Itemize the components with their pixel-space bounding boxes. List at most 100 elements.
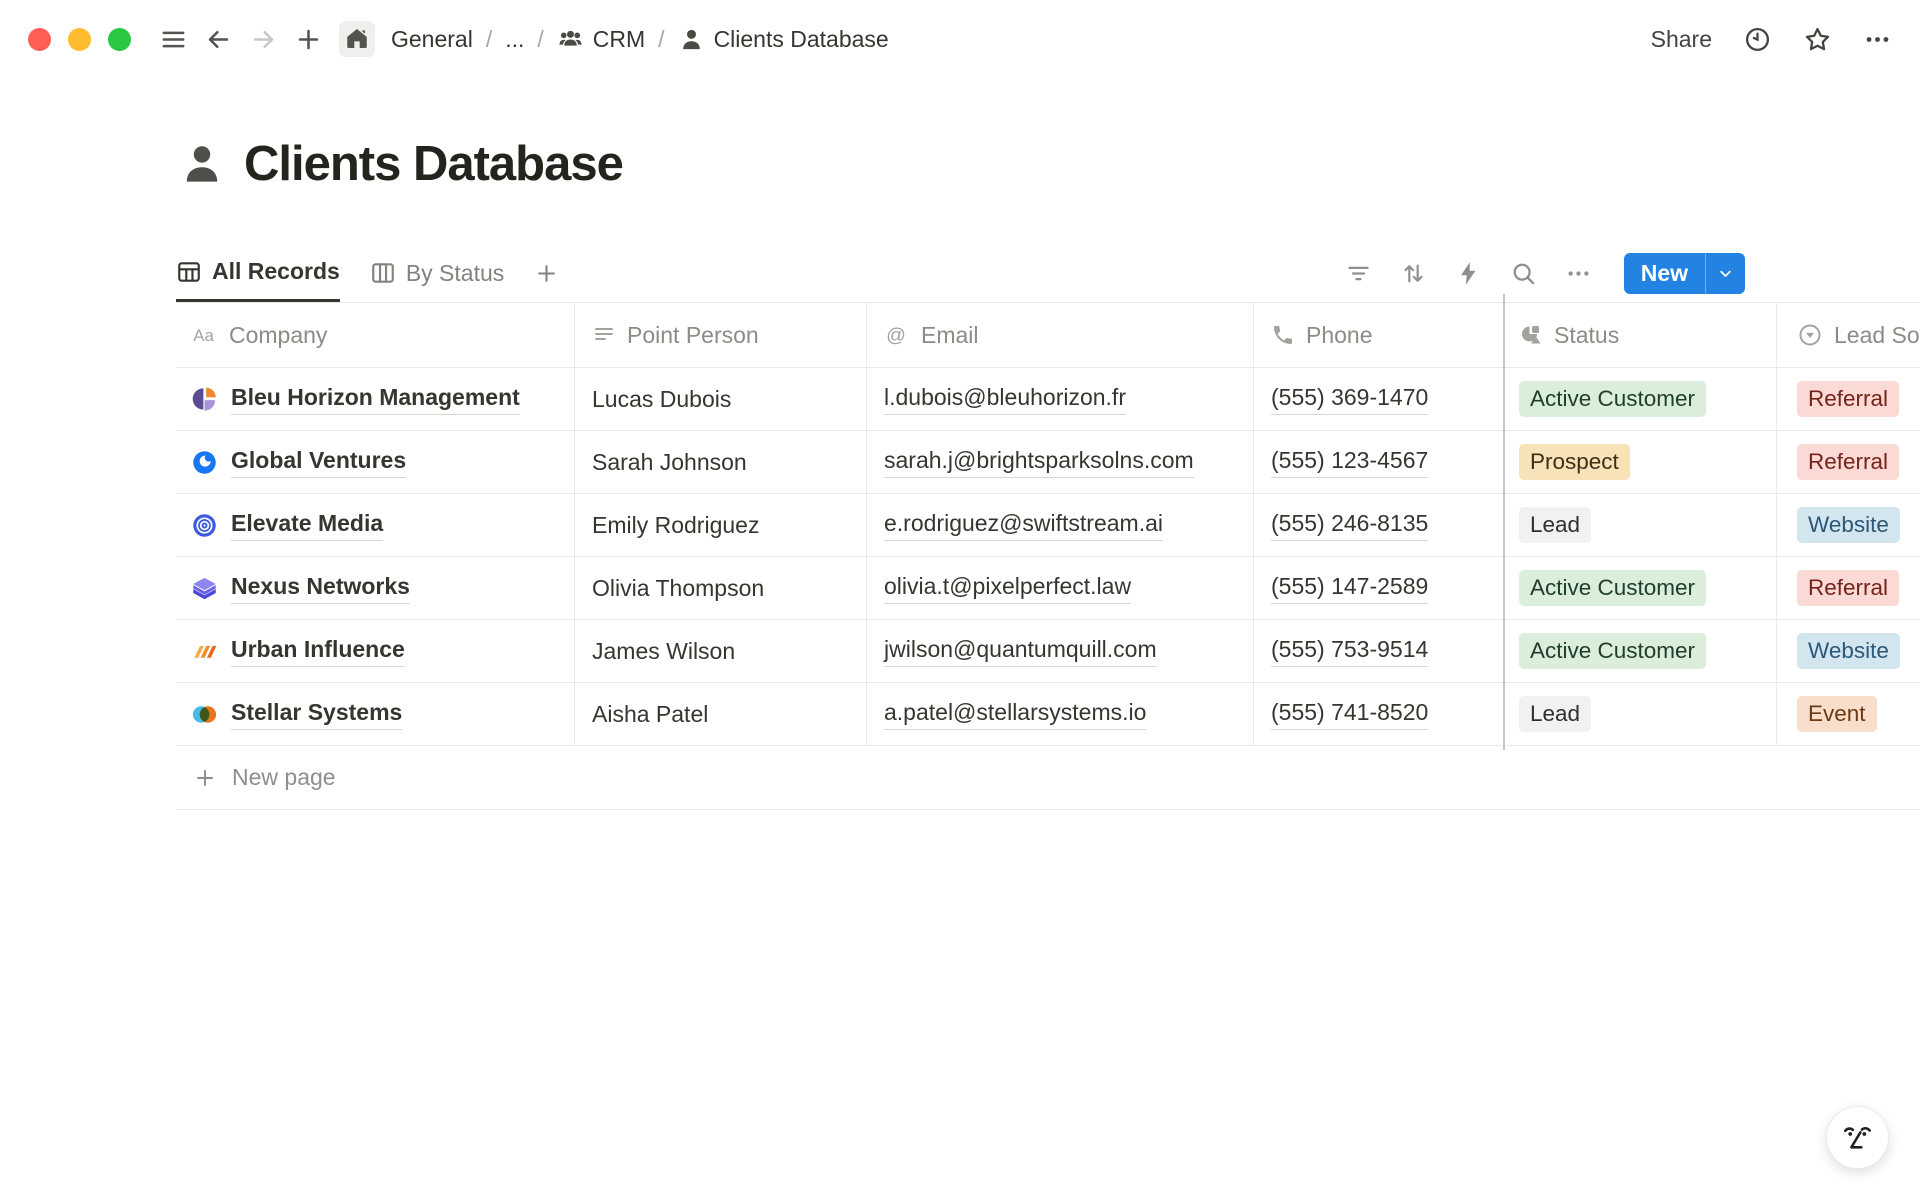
traffic-lights [28,28,131,51]
new-page-row[interactable]: New page [176,746,1920,810]
page-person-icon[interactable] [178,140,226,192]
lead-source-cell[interactable]: Website [1777,494,1920,556]
stripes-logo [191,638,218,665]
automations-button[interactable] [1455,260,1482,287]
table-row: Global Ventures Sarah Johnson sarah.j@br… [176,431,1920,494]
minimize-window-button[interactable] [68,28,91,51]
topbar-actions: Share [1651,25,1892,54]
table-row: Nexus Networks Olivia Thompson olivia.t@… [176,557,1920,620]
status-cell[interactable]: Lead [1503,683,1777,745]
new-button[interactable]: New [1624,253,1745,294]
lead-source-badge[interactable]: Referral [1797,381,1899,417]
status-badge[interactable]: Active Customer [1519,633,1706,669]
lead-source-badge[interactable]: Referral [1797,570,1899,606]
phone-cell[interactable]: (555) 741-8520 [1254,683,1503,745]
phone-cell[interactable]: (555) 753-9514 [1254,620,1503,682]
status-cell[interactable]: Active Customer [1503,620,1777,682]
column-header-status[interactable]: Status [1503,303,1777,367]
add-view-button[interactable] [534,244,559,302]
breadcrumb-collapsed[interactable]: ... [501,24,528,55]
plus-icon [534,261,559,286]
company-cell[interactable]: Global Ventures [176,431,575,493]
spiral-logo [191,512,218,539]
lead-source-badge[interactable]: Referral [1797,444,1899,480]
phone-cell[interactable]: (555) 147-2589 [1254,557,1503,619]
column-header-company[interactable]: Aa Company [176,303,575,367]
sidebar-toggle-button[interactable] [159,25,188,54]
status-cell[interactable]: Active Customer [1503,368,1777,430]
page-title[interactable]: Clients Database [244,138,623,192]
company-cell[interactable]: Elevate Media [176,494,575,556]
column-header-email[interactable]: @ Email [867,303,1254,367]
company-cell[interactable]: Urban Influence [176,620,575,682]
home-button[interactable] [339,21,375,57]
phone-text: (555) 123-4567 [1271,446,1428,478]
favorite-button[interactable] [1803,25,1832,54]
breadcrumb-separator: / [477,26,501,53]
company-cell[interactable]: Nexus Networks [176,557,575,619]
lead-source-cell[interactable]: Referral [1777,431,1920,493]
lead-source-badge[interactable]: Website [1797,633,1900,669]
zoom-window-button[interactable] [108,28,131,51]
tab-all-records[interactable]: All Records [176,244,340,302]
new-tab-button[interactable] [294,25,323,54]
plus-icon [294,25,323,54]
table-row: Bleu Horizon Management Lucas Dubois l.d… [176,368,1920,431]
notion-ai-button[interactable] [1826,1106,1889,1169]
point-person-cell[interactable]: Aisha Patel [575,683,867,745]
phone-cell[interactable]: (555) 369-1470 [1254,368,1503,430]
lead-source-cell[interactable]: Referral [1777,368,1920,430]
email-cell[interactable]: olivia.t@pixelperfect.law [867,557,1254,619]
lead-source-badge[interactable]: Event [1797,696,1877,732]
phone-cell[interactable]: (555) 246-8135 [1254,494,1503,556]
close-window-button[interactable] [28,28,51,51]
email-cell[interactable]: a.patel@stellarsystems.io [867,683,1254,745]
email-cell[interactable]: sarah.j@brightsparksolns.com [867,431,1254,493]
breadcrumb-general[interactable]: General [387,24,477,55]
status-cell[interactable]: Prospect [1503,431,1777,493]
lead-source-badge[interactable]: Website [1797,507,1900,543]
filter-button[interactable] [1345,260,1372,287]
svg-text:Aa: Aa [193,326,214,345]
lead-source-cell[interactable]: Website [1777,620,1920,682]
company-cell[interactable]: Stellar Systems [176,683,575,745]
column-header-point-person[interactable]: Point Person [575,303,867,367]
plus-icon [193,766,217,790]
point-person-text: Lucas Dubois [592,386,731,413]
lead-source-cell[interactable]: Event [1777,683,1920,745]
search-button[interactable] [1510,260,1537,287]
status-cell[interactable]: Lead [1503,494,1777,556]
sort-button[interactable] [1400,260,1427,287]
breadcrumb-crm[interactable]: CRM [553,24,649,55]
column-header-phone[interactable]: Phone [1254,303,1503,367]
point-person-cell[interactable]: Emily Rodriguez [575,494,867,556]
forward-button[interactable] [249,25,278,54]
phone-cell[interactable]: (555) 123-4567 [1254,431,1503,493]
status-cell[interactable]: Active Customer [1503,557,1777,619]
email-cell[interactable]: e.rodriguez@swiftstream.ai [867,494,1254,556]
column-header-lead-source[interactable]: Lead Source [1777,303,1920,367]
frozen-column-divider[interactable] [1503,294,1505,750]
share-button[interactable]: Share [1651,26,1712,53]
breadcrumb-clients-database[interactable]: Clients Database [674,24,893,55]
company-cell[interactable]: Bleu Horizon Management [176,368,575,430]
tab-by-status[interactable]: By Status [370,244,504,302]
more-options-button[interactable] [1863,25,1892,54]
history-button[interactable] [1743,25,1772,54]
new-button-dropdown[interactable] [1706,253,1745,294]
view-options-button[interactable] [1565,260,1592,287]
status-badge[interactable]: Active Customer [1519,381,1706,417]
status-badge[interactable]: Lead [1519,696,1591,732]
point-person-cell[interactable]: Lucas Dubois [575,368,867,430]
email-cell[interactable]: jwilson@quantumquill.com [867,620,1254,682]
point-person-cell[interactable]: Sarah Johnson [575,431,867,493]
lead-source-cell[interactable]: Referral [1777,557,1920,619]
point-person-cell[interactable]: James Wilson [575,620,867,682]
status-badge[interactable]: Prospect [1519,444,1630,480]
status-badge[interactable]: Active Customer [1519,570,1706,606]
point-person-cell[interactable]: Olivia Thompson [575,557,867,619]
back-button[interactable] [204,25,233,54]
email-cell[interactable]: l.dubois@bleuhorizon.fr [867,368,1254,430]
status-badge[interactable]: Lead [1519,507,1591,543]
new-button-label[interactable]: New [1624,253,1705,294]
